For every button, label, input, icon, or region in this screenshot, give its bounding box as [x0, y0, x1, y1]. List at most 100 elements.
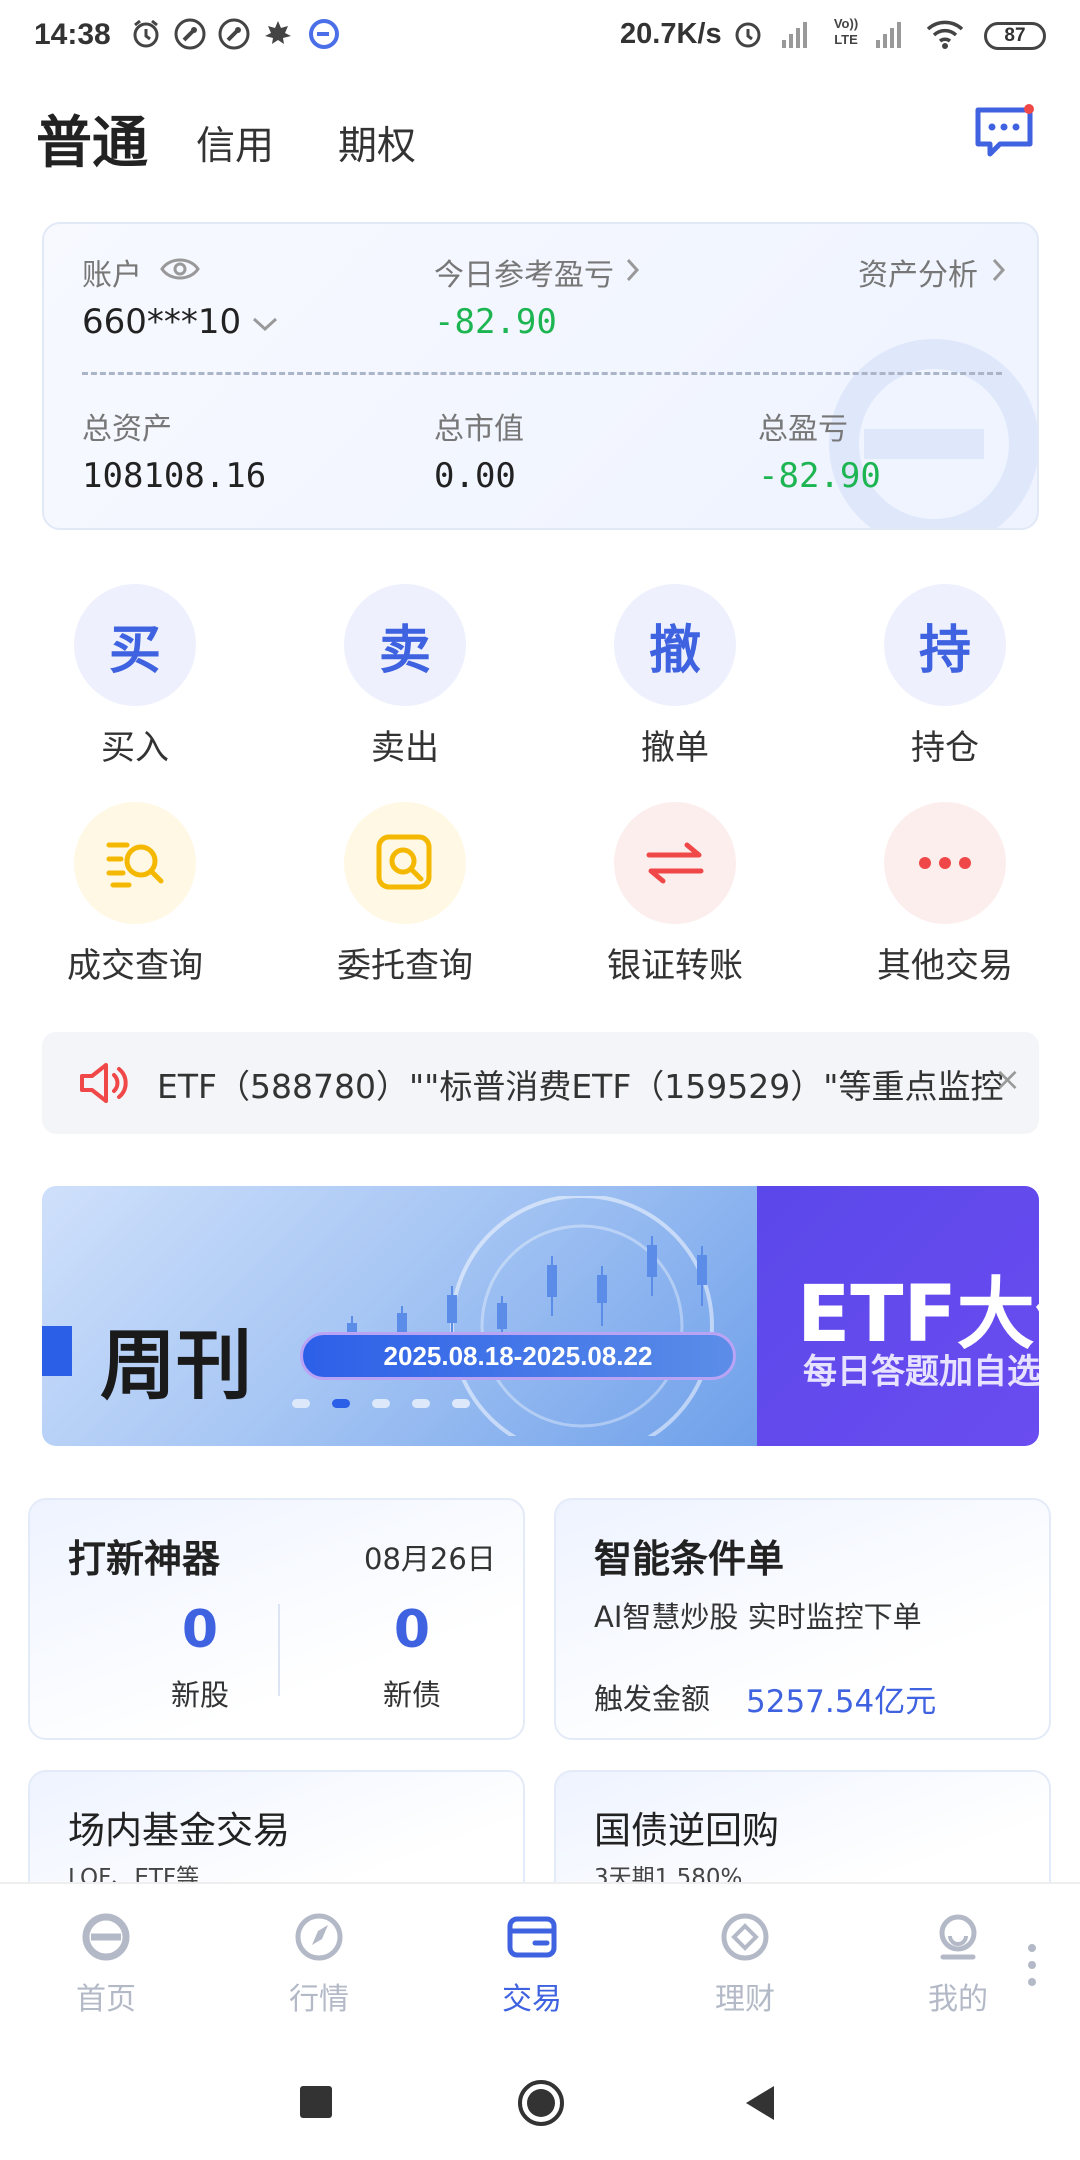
pager-dot-active	[332, 1399, 350, 1408]
today-pl-value: -82.90	[434, 302, 557, 342]
order-query-icon	[376, 834, 432, 890]
wealth-diamond-icon	[721, 1913, 769, 1961]
cancel-order-label: 撤单	[641, 728, 709, 768]
new-stocks-count: 0	[181, 1600, 219, 1660]
nav-trade-label: 交易	[502, 1982, 562, 2017]
promo-banner[interactable]: 周刊 2025.08.18-2025.08.22 ETF大作 每日答题加自选	[42, 1186, 1039, 1446]
order-query-label: 委托查询	[337, 946, 473, 986]
smart-order-sub: AI智慧炒股 实时监控下单	[594, 1600, 922, 1634]
other-trading-button[interactable]: 其他交易	[852, 802, 1038, 987]
buy-button[interactable]: 买 买入	[42, 584, 228, 769]
trade-wallet-icon	[507, 1916, 557, 1958]
bottom-nav: 首页 行情 交易 理财 我的	[0, 1882, 1080, 2042]
nav-home-label: 首页	[76, 1982, 136, 2017]
back-icon[interactable]	[742, 2084, 778, 2122]
banner-slide-etf[interactable]: ETF大作 每日答题加自选	[757, 1186, 1039, 1446]
wrench-icon	[174, 18, 206, 50]
home-logo-icon	[82, 1913, 130, 1961]
trigger-amount-value: 5257.54亿元	[746, 1684, 937, 1720]
bank-transfer-label: 银证转账	[607, 946, 743, 986]
cancel-order-icon: 撤	[614, 584, 736, 706]
total-assets-label: 总资产	[82, 412, 172, 447]
transfer-icon	[646, 842, 704, 884]
new-stocks-label: 新股	[170, 1678, 229, 1712]
smart-order-title: 智能条件单	[594, 1537, 785, 1581]
notice-close-icon[interactable]: ×	[994, 1060, 1021, 1098]
deal-query-button[interactable]: 成交查询	[42, 802, 228, 987]
chevron-right-icon	[626, 258, 640, 282]
nav-home[interactable]: 首页	[36, 1910, 176, 2018]
pager-dot	[452, 1399, 470, 1408]
nav-wealth-label: 理财	[715, 1982, 775, 2017]
chevron-down-icon[interactable]	[250, 314, 280, 334]
nav-more-icon[interactable]	[1026, 1942, 1038, 1988]
banner-date-range: 2025.08.18-2025.08.22	[300, 1332, 736, 1380]
battery-indicator: 87	[984, 22, 1046, 50]
sell-icon: 卖	[344, 584, 466, 706]
sell-button[interactable]: 卖 卖出	[312, 584, 498, 769]
profile-icon	[939, 1914, 977, 1960]
wrench-icon-2	[218, 18, 250, 50]
eye-icon[interactable]	[160, 254, 200, 284]
more-icon	[919, 857, 971, 869]
banner-slide-weekly[interactable]: 周刊 2025.08.18-2025.08.22	[42, 1186, 757, 1446]
nav-market-label: 行情	[289, 1982, 349, 2017]
nav-profile-label: 我的	[928, 1982, 988, 2017]
asset-analysis-link[interactable]: 资产分析	[858, 250, 978, 294]
account-label: 账户	[82, 258, 142, 293]
buy-label: 买入	[101, 728, 169, 768]
volte-indicator: Vo)) LTE	[833, 16, 859, 47]
recents-icon[interactable]	[300, 2086, 332, 2118]
signal-icon-2	[876, 22, 901, 48]
tab-options[interactable]: 期权	[338, 115, 416, 171]
ipo-date: 08月26日	[364, 1542, 496, 1576]
total-pl-label: 总盈亏	[758, 412, 848, 447]
tab-credit[interactable]: 信用	[196, 115, 274, 171]
banner-title-accent	[42, 1326, 72, 1376]
ipo-title: 打新神器	[68, 1537, 221, 1581]
new-bonds-count: 0	[393, 1600, 431, 1660]
pager-dot	[372, 1399, 390, 1408]
fund-trading-title: 场内基金交易	[68, 1809, 290, 1852]
leaf-icon	[265, 21, 291, 44]
sell-label: 卖出	[371, 728, 439, 768]
alarm-icon	[133, 19, 159, 48]
signal-icon-1	[782, 22, 807, 48]
pager-dot	[292, 1399, 310, 1408]
wifi-icon	[926, 20, 964, 49]
nav-wealth[interactable]: 理财	[675, 1910, 815, 2018]
bank-transfer-button[interactable]: 银证转账	[582, 802, 768, 987]
ipo-divider	[278, 1604, 280, 1696]
tab-normal[interactable]: 普通	[36, 98, 148, 179]
smart-order-card[interactable]: 智能条件单 AI智慧炒股 实时监控下单 触发金额 5257.54亿元	[554, 1498, 1051, 1740]
nav-trade[interactable]: 交易	[462, 1910, 602, 2018]
market-compass-icon	[295, 1913, 343, 1961]
nav-divider	[0, 1882, 1080, 1884]
banner-pager	[292, 1399, 470, 1408]
message-button[interactable]	[974, 104, 1034, 158]
buy-icon: 买	[74, 584, 196, 706]
network-speed: 20.7K/s	[620, 18, 722, 50]
notice-bar[interactable]: ETF（588780）""标普消费ETF（159529）"等重点监控 ×	[42, 1032, 1039, 1134]
speaker-icon	[80, 1063, 128, 1103]
banner-title: 周刊	[100, 1321, 252, 1410]
today-pl-label[interactable]: 今日参考盈亏	[434, 250, 614, 294]
positions-button[interactable]: 持 持仓	[852, 584, 1038, 769]
order-query-button[interactable]: 委托查询	[312, 802, 498, 987]
nav-market[interactable]: 行情	[249, 1910, 389, 2018]
trigger-amount-label: 触发金额	[594, 1682, 711, 1716]
banner-etf-sub: 每日答题加自选	[803, 1352, 1039, 1392]
system-nav-bar	[0, 2042, 1080, 2160]
app-logo-icon	[309, 19, 339, 49]
ipo-card[interactable]: 打新神器 08月26日 0 新股 0 新债	[28, 1498, 525, 1740]
card-divider	[82, 372, 1002, 375]
home-circle-icon[interactable]	[516, 2078, 566, 2128]
cancel-order-button[interactable]: 撤 撤单	[582, 584, 768, 769]
account-number[interactable]: 660***10	[82, 302, 241, 342]
market-value-value: 0.00	[434, 456, 516, 496]
positions-label: 持仓	[911, 728, 979, 768]
nav-profile[interactable]: 我的	[888, 1910, 1028, 2018]
chevron-right-icon-2	[992, 258, 1006, 282]
positions-icon: 持	[884, 584, 1006, 706]
pager-dot	[412, 1399, 430, 1408]
